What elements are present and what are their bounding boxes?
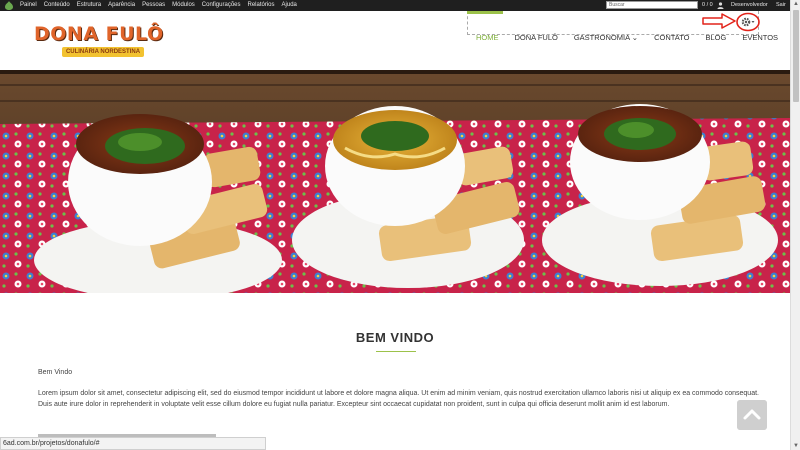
gear-icon[interactable] (736, 12, 760, 32)
nav-item-gastronomia[interactable]: GASTRONOMIA ⌄ (574, 33, 638, 42)
admin-user-link[interactable]: Desenvolvedor (731, 0, 768, 11)
page-scrollbar[interactable]: ▲ ▼ (790, 0, 800, 450)
nav-item-contato[interactable]: CONTATO (654, 33, 689, 42)
scrollbar-thumb[interactable] (793, 10, 799, 102)
hero-banner-image (0, 70, 790, 293)
shortcut-counter: 0 / 0 (702, 2, 713, 8)
admin-menu-item[interactable]: Pessoas (142, 0, 165, 11)
back-to-top-button[interactable] (737, 400, 767, 430)
admin-menu: Painel Conteúdo Estrutura Aparência Pess… (20, 0, 297, 11)
scroll-up-arrow-icon[interactable]: ▲ (793, 1, 799, 7)
nav-item-home[interactable]: HOME (476, 33, 499, 42)
logo-title: DONA FULÔ (34, 23, 164, 45)
admin-menu-item[interactable]: Módulos (172, 0, 195, 11)
logout-link[interactable]: Sair (776, 0, 786, 11)
admin-menu-item[interactable]: Ajuda (282, 0, 297, 11)
user-icon (717, 2, 724, 9)
welcome-subtitle: Bem Vindo (38, 369, 73, 376)
active-nav-indicator (467, 11, 503, 14)
drupal-logo-icon[interactable] (4, 1, 14, 10)
browser-status-url: 6ad.com.br/projetos/donafulo/# (0, 437, 266, 450)
site-header: DONA FULÔ CULINÁRIA NORDESTINA HOME DONA… (0, 11, 790, 70)
nav-item-blog[interactable]: BLOG (705, 33, 726, 42)
heading-underline (376, 351, 416, 352)
site-logo[interactable]: DONA FULÔ CULINÁRIA NORDESTINA (32, 23, 163, 59)
annotation-arrow-icon (702, 13, 736, 29)
admin-menu-item[interactable]: Relatórios (248, 0, 275, 11)
welcome-heading: BEM VINDO (355, 330, 435, 345)
admin-menu-item[interactable]: Estrutura (77, 0, 101, 11)
welcome-body-text: Lorem ipsum dolor sit amet, consectetur … (38, 390, 759, 408)
nav-item-eventos[interactable]: EVENTOS (742, 33, 778, 42)
admin-search-input[interactable]: Buscar (606, 1, 698, 9)
admin-menu-item[interactable]: Conteúdo (44, 0, 70, 11)
admin-menu-item[interactable]: Aparência (108, 0, 135, 11)
logo-tagline: CULINÁRIA NORDESTINA (62, 47, 144, 57)
admin-menu-item[interactable]: Painel (20, 0, 37, 11)
nav-item-dona-fulo[interactable]: DONA FULÔ (515, 33, 558, 42)
admin-toolbar: Painel Conteúdo Estrutura Aparência Pess… (0, 0, 790, 11)
scroll-down-arrow-icon[interactable]: ▼ (793, 443, 799, 449)
admin-menu-item[interactable]: Configurações (202, 0, 241, 11)
main-nav: HOME DONA FULÔ GASTRONOMIA ⌄ CONTATO BLO… (476, 33, 794, 42)
